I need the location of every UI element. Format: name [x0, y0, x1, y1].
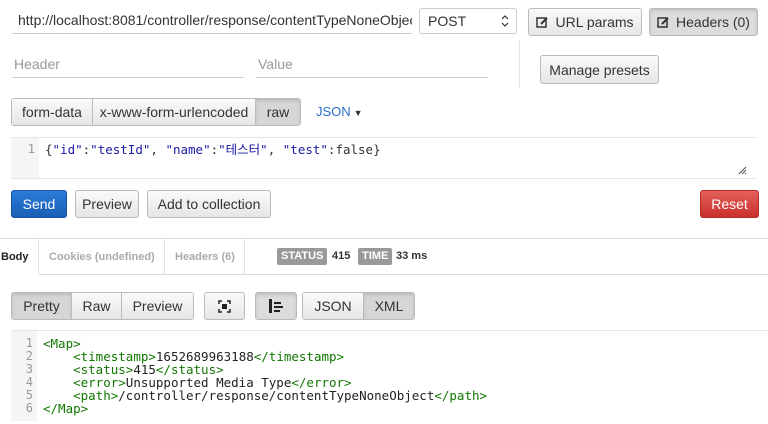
response-time: 33 ms — [396, 250, 428, 262]
fullscreen-button[interactable] — [204, 292, 245, 320]
url-input[interactable]: http://localhost:8081/controller/respons… — [12, 6, 412, 34]
xml-close-tag: </path> — [434, 388, 488, 403]
divider — [519, 40, 520, 88]
response-tabs: Body Cookies (undefined) Headers (6) STA… — [0, 238, 768, 275]
code-token: "test" — [282, 142, 328, 157]
code-token: "testId" — [90, 142, 151, 157]
send-button[interactable]: Send — [11, 190, 67, 218]
edit-icon — [657, 16, 669, 28]
reset-button[interactable]: Reset — [700, 190, 759, 218]
method-value: POST — [428, 13, 467, 29]
method-select[interactable]: POST — [419, 8, 517, 34]
format-xml[interactable]: XML — [364, 293, 414, 319]
response-body-code: <Map> <timestamp>1652689963188</timestam… — [43, 337, 487, 415]
xml-close-tag: </timestamp> — [253, 349, 345, 364]
body-mode-form-data[interactable]: form-data — [12, 99, 93, 125]
view-pretty[interactable]: Pretty — [12, 293, 72, 319]
response-body-viewer: 123456 <Map> <timestamp>1652689963188</t… — [11, 330, 768, 421]
body-mode-group: form-data x-www-form-urlencoded raw — [11, 98, 301, 126]
time-badge: TIME — [358, 248, 393, 265]
line-number: 6 — [25, 401, 33, 415]
url-params-label: URL params — [555, 14, 634, 30]
line-number: 1 — [27, 142, 35, 156]
preview-button[interactable]: Preview — [75, 190, 139, 218]
resize-grip-icon[interactable] — [738, 166, 747, 175]
body-mode-raw[interactable]: raw — [256, 99, 300, 125]
code-token: :false} — [327, 142, 381, 157]
line-number: 4 — [25, 375, 33, 389]
updown-caret-icon — [501, 15, 509, 27]
code-line: </Map> — [43, 402, 487, 415]
header-value-input[interactable]: Value — [256, 50, 488, 78]
xml-text: /controller/response/contentTypeNoneObje… — [118, 388, 435, 403]
manage-presets-button[interactable]: Manage presets — [540, 55, 659, 84]
body-mode-urlencoded[interactable]: x-www-form-urlencoded — [93, 99, 256, 125]
wrap-lines-icon — [269, 299, 283, 313]
code-token: "테스터" — [218, 142, 268, 157]
raw-type-dropdown[interactable]: JSON ▼ — [316, 104, 363, 119]
tab-body[interactable]: Body — [0, 239, 39, 275]
code-token: : — [210, 142, 219, 157]
view-raw[interactable]: Raw — [72, 293, 122, 319]
line-number: 1 — [25, 336, 33, 350]
line-number: 3 — [25, 362, 33, 376]
code-line: <path>/controller/response/contentTypeNo… — [43, 389, 487, 402]
fullscreen-icon — [218, 299, 231, 313]
status-code: 415 — [332, 250, 351, 262]
headers-label: Headers (0) — [676, 14, 750, 30]
line-number: 2 — [25, 349, 33, 363]
wrap-lines-button[interactable] — [255, 292, 297, 320]
add-to-collection-button[interactable]: Add to collection — [147, 190, 271, 218]
request-body-editor[interactable]: 1 {"id":"testId", "name":"테스터", "test":f… — [11, 137, 757, 179]
request-body-code: {"id":"testId", "name":"테스터", "test":fal… — [45, 143, 381, 156]
code-token: , — [150, 142, 166, 157]
format-group: JSON XML — [302, 292, 415, 320]
format-json[interactable]: JSON — [303, 293, 364, 319]
url-params-button[interactable]: URL params — [528, 8, 642, 36]
raw-type-label: JSON — [316, 104, 351, 119]
line-numbers: 1 — [11, 143, 39, 156]
code-token: "id" — [52, 142, 83, 157]
line-number: 5 — [25, 388, 33, 402]
header-key-input[interactable]: Header — [12, 50, 244, 78]
xml-open-tag: </Map> — [43, 401, 89, 416]
view-mode-group: Pretty Raw Preview — [11, 292, 194, 320]
edit-icon — [536, 16, 549, 28]
code-token: , — [267, 142, 283, 157]
code-token: { — [45, 142, 53, 157]
tab-cookies[interactable]: Cookies (undefined) — [40, 239, 165, 275]
caret-down-icon: ▼ — [353, 108, 363, 118]
line-numbers: 123456 — [11, 337, 37, 415]
view-preview[interactable]: Preview — [122, 293, 193, 319]
code-token: "name" — [165, 142, 211, 157]
tab-response-headers[interactable]: Headers (6) — [166, 239, 245, 275]
status-badge: STATUS — [277, 248, 328, 265]
headers-button[interactable]: Headers (0) — [649, 8, 758, 36]
